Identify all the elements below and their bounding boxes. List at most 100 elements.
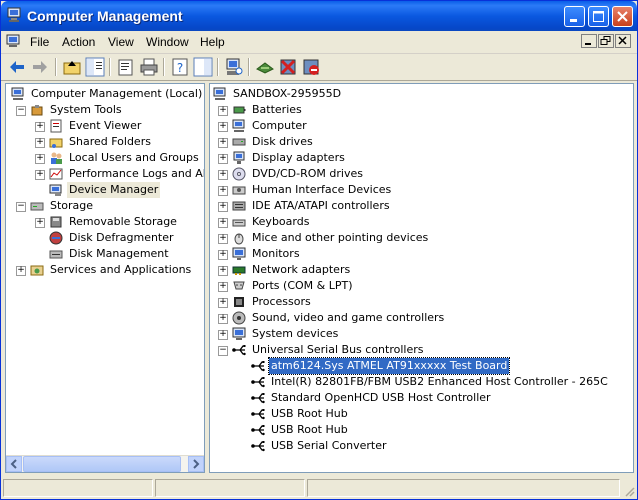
document-window-icon[interactable] bbox=[6, 33, 22, 49]
tree-item[interactable]: + Disk drives bbox=[210, 134, 633, 150]
expand-icon[interactable]: + bbox=[218, 106, 228, 116]
update-driver-icon[interactable] bbox=[255, 57, 275, 77]
tree-item[interactable]: + Keyboards bbox=[210, 214, 633, 230]
tree-item[interactable]: + System devices bbox=[210, 326, 633, 342]
tree-item[interactable]: USB Serial Converter bbox=[210, 438, 633, 454]
title-bar[interactable]: Computer Management bbox=[1, 1, 637, 31]
network-adapter-icon bbox=[232, 266, 246, 275]
tree-item[interactable]: USB Root Hub bbox=[210, 422, 633, 438]
expand-icon[interactable]: + bbox=[218, 234, 228, 244]
resize-grip-icon[interactable] bbox=[623, 485, 635, 497]
expand-icon[interactable]: + bbox=[218, 298, 228, 308]
expand-icon[interactable]: + bbox=[218, 330, 228, 340]
up-folder-icon[interactable] bbox=[62, 57, 82, 77]
expand-icon[interactable]: + bbox=[16, 266, 26, 276]
tree-item[interactable]: + Services and Applications bbox=[6, 262, 204, 278]
expand-icon[interactable]: + bbox=[35, 122, 45, 132]
tree-item[interactable]: Standard OpenHCD USB Host Controller bbox=[210, 390, 633, 406]
tree-item[interactable]: − System Tools bbox=[6, 102, 204, 118]
menu-window[interactable]: Window bbox=[146, 35, 189, 49]
collapse-icon[interactable]: − bbox=[218, 346, 228, 356]
device-tree-pane[interactable]: SANDBOX-295955D + Batteries + Computer + Disk … bbox=[209, 83, 634, 473]
tree-item[interactable]: SANDBOX-295955D bbox=[210, 86, 633, 102]
status-panel-1 bbox=[3, 479, 153, 497]
child-minimize-button[interactable] bbox=[581, 34, 597, 48]
expand-icon[interactable]: + bbox=[218, 266, 228, 276]
tree-item[interactable]: + Human Interface Devices bbox=[210, 182, 633, 198]
menu-help[interactable]: Help bbox=[200, 35, 225, 49]
expand-icon[interactable]: + bbox=[35, 170, 45, 180]
expand-icon[interactable]: + bbox=[218, 202, 228, 212]
expand-icon[interactable]: + bbox=[218, 186, 228, 196]
tree-item[interactable]: + Ports (COM & LPT) bbox=[210, 278, 633, 294]
tree-item[interactable]: − Storage bbox=[6, 198, 204, 214]
show-hide-action-pane-icon[interactable] bbox=[193, 57, 213, 77]
horizontal-scrollbar[interactable] bbox=[6, 455, 204, 472]
tree-item[interactable]: + Shared Folders bbox=[6, 134, 204, 150]
users-groups-icon bbox=[51, 152, 62, 164]
tree-item[interactable]: + Display adapters bbox=[210, 150, 633, 166]
expand-icon[interactable]: + bbox=[218, 218, 228, 228]
tree-item[interactable]: Device Manager bbox=[6, 182, 204, 198]
expand-icon[interactable]: + bbox=[35, 218, 45, 228]
child-close-button[interactable] bbox=[615, 34, 631, 48]
tree-item[interactable]: + Network adapters bbox=[210, 262, 633, 278]
back-arrow-icon[interactable] bbox=[7, 57, 27, 77]
tree-item-label: Network adapters bbox=[252, 263, 351, 276]
tree-item[interactable]: + Local Users and Groups bbox=[6, 150, 204, 166]
tree-item[interactable]: − Universal Serial Bus controllers bbox=[210, 342, 633, 358]
collapse-icon[interactable]: − bbox=[16, 106, 26, 116]
console-tree-pane[interactable]: Computer Management (Local) − System Tools… bbox=[5, 83, 205, 473]
tree-item[interactable]: + Monitors bbox=[210, 246, 633, 262]
tree-item[interactable]: + Removable Storage bbox=[6, 214, 204, 230]
minimize-button[interactable] bbox=[564, 6, 585, 27]
tree-item[interactable]: + Event Viewer bbox=[6, 118, 204, 134]
tree-item[interactable]: + Batteries bbox=[210, 102, 633, 118]
tree-item[interactable]: + Performance Logs and Alerts bbox=[6, 166, 204, 182]
uninstall-icon[interactable] bbox=[278, 57, 298, 77]
show-hide-console-tree-icon[interactable] bbox=[85, 57, 105, 77]
menu-view[interactable]: View bbox=[108, 35, 134, 49]
tree-item[interactable]: + Processors bbox=[210, 294, 633, 310]
close-button[interactable] bbox=[612, 6, 633, 27]
tree-item[interactable]: atm6124.Sys ATMEL AT91xxxxx Test Board bbox=[210, 357, 633, 375]
menu-action[interactable]: Action bbox=[62, 35, 95, 49]
horizontal-scroll-thumb[interactable] bbox=[23, 456, 181, 472]
tree-item[interactable]: + Computer bbox=[210, 118, 633, 134]
expand-icon[interactable]: + bbox=[218, 250, 228, 260]
menu-bar: File Action View Window Help bbox=[1, 31, 637, 54]
tree-item-label: Ports (COM & LPT) bbox=[252, 279, 353, 292]
scroll-left-button[interactable] bbox=[6, 456, 22, 472]
expand-icon[interactable]: + bbox=[35, 154, 45, 164]
tree-item[interactable]: Disk Defragmenter bbox=[6, 230, 204, 246]
expand-icon[interactable]: + bbox=[218, 170, 228, 180]
collapse-icon[interactable]: − bbox=[16, 202, 26, 212]
print-icon[interactable] bbox=[139, 57, 159, 77]
help-icon[interactable]: ? bbox=[170, 57, 190, 77]
forward-arrow-icon[interactable] bbox=[30, 57, 50, 77]
expand-icon[interactable]: + bbox=[218, 282, 228, 292]
properties-icon[interactable] bbox=[116, 57, 136, 77]
device-manager-icon bbox=[49, 184, 62, 196]
tree-item[interactable]: Intel(R) 82801FB/FBM USB2 Enhanced Host … bbox=[210, 374, 633, 390]
scan-hardware-icon[interactable] bbox=[224, 57, 244, 77]
tree-item[interactable]: Computer Management (Local) bbox=[6, 86, 204, 102]
scroll-right-button[interactable] bbox=[188, 456, 204, 472]
tree-item[interactable]: + Mice and other pointing devices bbox=[210, 230, 633, 246]
menu-file[interactable]: File bbox=[30, 35, 49, 49]
tree-item[interactable]: + DVD/CD-ROM drives bbox=[210, 166, 633, 182]
tree-item[interactable]: USB Root Hub bbox=[210, 406, 633, 422]
tree-item-label: Computer bbox=[252, 119, 307, 132]
expand-icon[interactable]: + bbox=[218, 154, 228, 164]
disable-device-icon[interactable] bbox=[301, 57, 321, 77]
tree-item[interactable]: + IDE ATA/ATAPI controllers bbox=[210, 198, 633, 214]
expand-icon[interactable]: + bbox=[218, 122, 228, 132]
tree-item[interactable]: Disk Management bbox=[6, 246, 204, 262]
expand-icon[interactable]: + bbox=[218, 138, 228, 148]
maximize-button[interactable] bbox=[588, 6, 609, 27]
expand-icon[interactable]: + bbox=[218, 314, 228, 324]
expand-icon[interactable]: + bbox=[35, 138, 45, 148]
child-restore-button[interactable] bbox=[598, 34, 614, 48]
tree-item[interactable]: + Sound, video and game controllers bbox=[210, 310, 633, 326]
processor-icon bbox=[234, 297, 244, 307]
